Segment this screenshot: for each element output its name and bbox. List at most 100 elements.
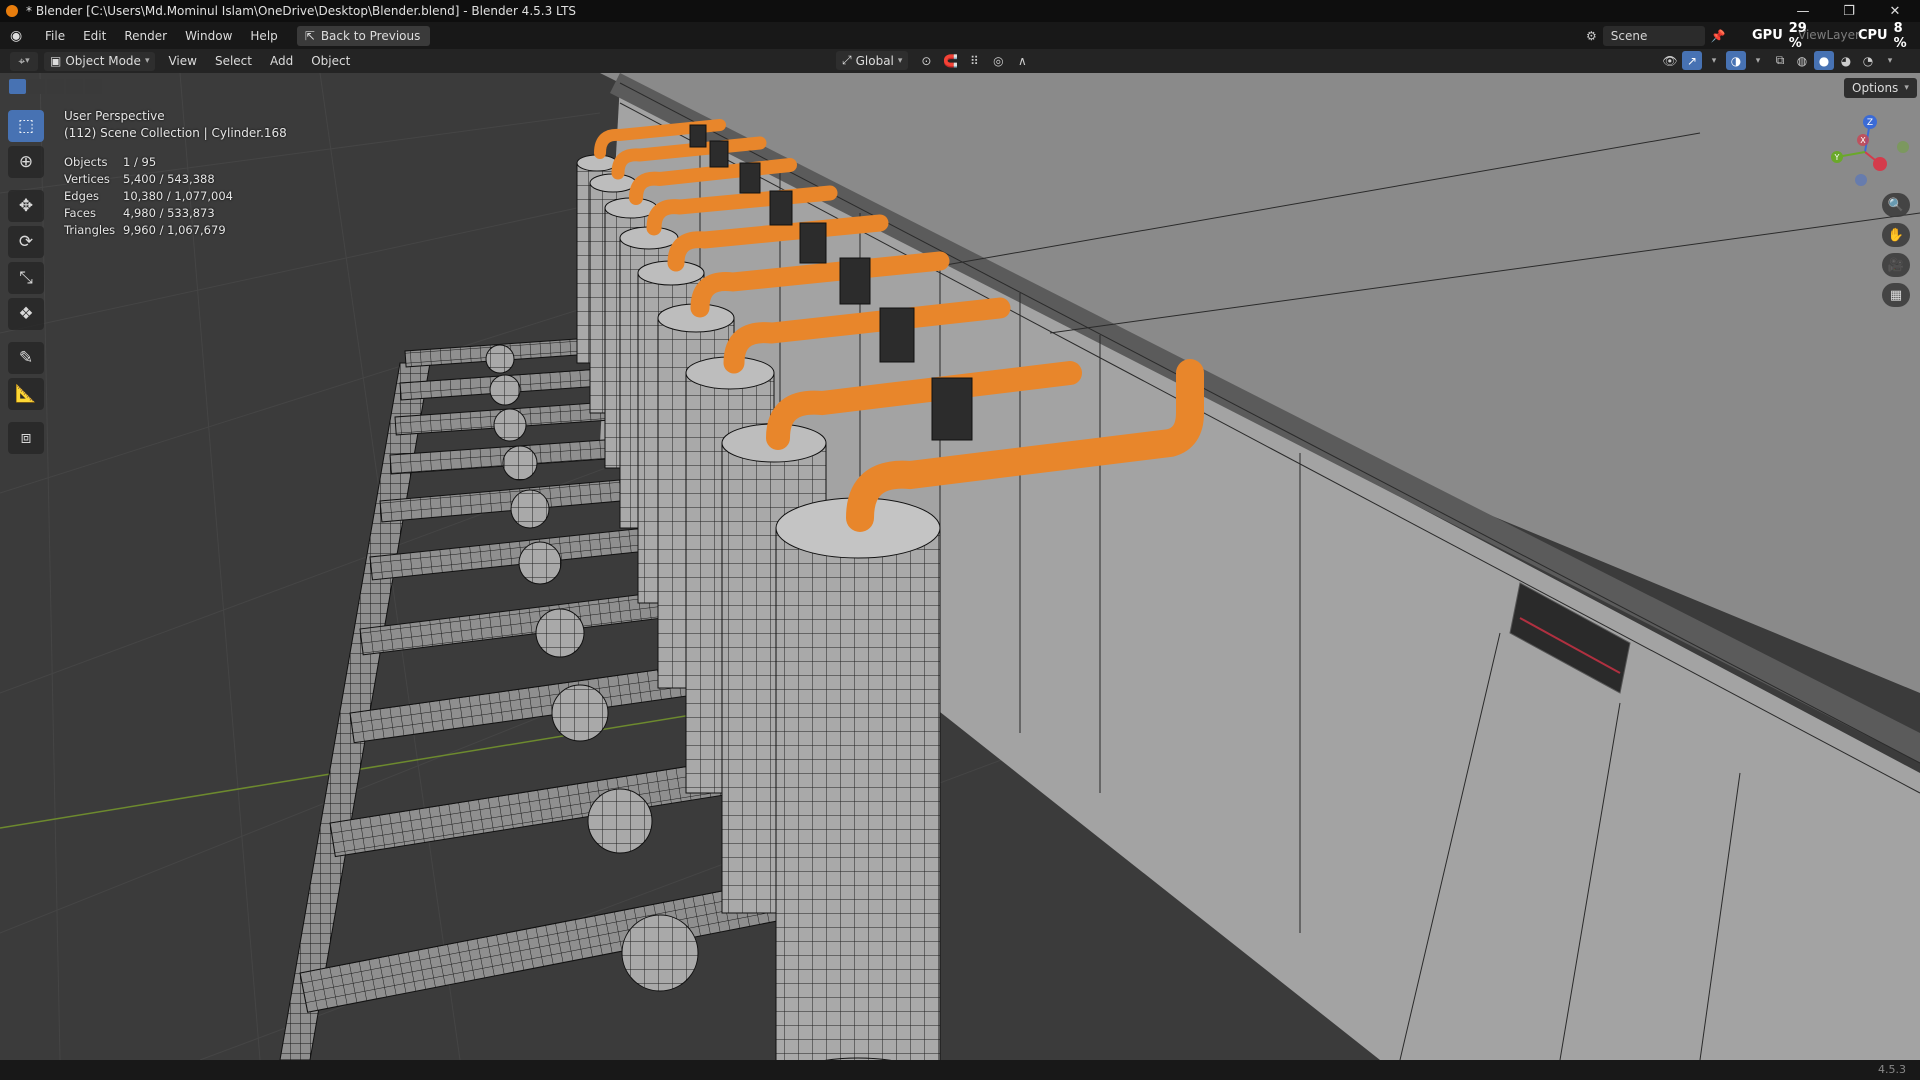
tank-selected: [775, 497, 941, 1060]
measure-icon[interactable]: 📐: [8, 378, 44, 410]
branch-pipe: [389, 438, 622, 481]
title-bar: * Blender [C:\Users\Md.Mominul Islam\One…: [0, 0, 1920, 22]
object-mode-icon: ▣: [50, 54, 62, 68]
xray-icon[interactable]: ⧉: [1770, 51, 1790, 70]
tool-shelf: ⬚ ⊕ ✥ ⟳ ⤡ ❖ ✎ 📐 ⧈: [8, 110, 44, 454]
stat-value: 9,960 / 1,067,679: [123, 223, 226, 237]
restore-icon[interactable]: ❐: [1826, 0, 1872, 22]
stat-label: Triangles: [64, 223, 116, 237]
menu-window[interactable]: Window: [176, 29, 241, 43]
material-shading-icon[interactable]: ◕: [1836, 51, 1856, 70]
branch-pipe: [394, 401, 617, 442]
blender-menu-icon[interactable]: ◉: [10, 29, 26, 43]
gpu-label: GPU: [1752, 28, 1783, 43]
viewlayer-label[interactable]: ViewLayer: [1798, 28, 1860, 42]
close-icon[interactable]: ✕: [1872, 0, 1918, 22]
zoom-icon[interactable]: 🔍: [1882, 193, 1910, 217]
back-to-previous-button[interactable]: ⇱ Back to Previous: [296, 25, 431, 46]
menu-edit[interactable]: Edit: [74, 29, 115, 43]
proportional-edit-icon[interactable]: ◎: [988, 51, 1008, 70]
annotate-icon[interactable]: ✎: [8, 342, 44, 374]
menu-object[interactable]: Object: [302, 54, 359, 68]
menu-help[interactable]: Help: [241, 29, 286, 43]
chevron-down-icon: ▾: [144, 56, 150, 66]
stat-label: Edges: [64, 189, 99, 203]
select-extend-icon[interactable]: [28, 79, 45, 94]
branch-pipe: [329, 759, 731, 858]
branch-pipe: [349, 665, 692, 744]
select-new-icon[interactable]: [9, 79, 26, 94]
version-label: 4.5.3: [1878, 1063, 1906, 1076]
select-invert-icon[interactable]: [66, 79, 83, 94]
select-intersect-icon[interactable]: [85, 79, 102, 94]
cursor-icon[interactable]: ⊕: [8, 146, 44, 178]
3d-viewport[interactable]: ⬚ ⊕ ✥ ⟳ ⤡ ❖ ✎ 📐 ⧈ User Perspective (112)…: [0, 73, 1920, 1060]
top-menu-bar: ◉ File Edit Render Window Help ⇱ Back to…: [0, 20, 1920, 51]
scale-icon[interactable]: ⤡: [8, 262, 44, 294]
gizmo-toggle-icon[interactable]: ↗: [1682, 51, 1702, 70]
snap-target-icon[interactable]: ⠿: [964, 51, 984, 70]
back-to-previous-label: Back to Previous: [320, 28, 421, 43]
scene-selector[interactable]: ⚙ Scene 📌: [1586, 22, 1726, 49]
menu-select[interactable]: Select: [206, 54, 261, 68]
stat-row: Vertices 5,400 / 543,388: [64, 171, 233, 188]
stat-label: Vertices: [64, 172, 110, 186]
stat-row: Faces 4,980 / 533,873: [64, 205, 233, 222]
menu-file[interactable]: File: [36, 29, 74, 43]
camera-view-icon[interactable]: 🎥: [1882, 253, 1910, 277]
falloff-icon[interactable]: ∧: [1012, 51, 1032, 70]
wireframe-shading-icon[interactable]: ◍: [1792, 51, 1812, 70]
stat-value: 4,980 / 533,873: [123, 206, 215, 220]
gizmo-x-label: X: [1860, 136, 1866, 145]
minimize-icon[interactable]: —: [1780, 0, 1826, 22]
object-mode-dropdown[interactable]: ▣ Object Mode ▾: [44, 51, 156, 71]
menu-add[interactable]: Add: [261, 54, 302, 68]
gizmo-dropdown-icon[interactable]: ▾: [1704, 51, 1724, 70]
editor-type-icon[interactable]: ⌖ ▾: [10, 51, 38, 71]
orientation-icon: ⤢: [842, 53, 852, 67]
select-box-icon[interactable]: ⬚: [8, 110, 44, 142]
navigation-buttons: 🔍 ✋ 🎥 ▦: [1882, 193, 1910, 307]
scene-statistics: Objects 1 / 95 Vertices 5,400 / 543,388 Ed…: [64, 154, 233, 239]
branch-pipe: [404, 336, 607, 374]
pan-hand-icon[interactable]: ✋: [1882, 223, 1910, 247]
scene-label: Scene: [1610, 28, 1648, 43]
transform-orientation-label: Global: [855, 53, 894, 68]
branch-pipe: [369, 528, 642, 585]
rendered-shading-icon[interactable]: ◔: [1858, 51, 1878, 70]
pivot-point-icon[interactable]: ⊙: [916, 51, 936, 70]
branch-pipe: [379, 478, 632, 529]
navigation-gizmo[interactable]: Z X Y: [1815, 112, 1915, 192]
snap-icon[interactable]: 🧲: [940, 51, 960, 70]
stat-value: 5,400 / 543,388: [123, 172, 215, 186]
transform-orientation-dropdown[interactable]: ⤢ Global ▾: [836, 51, 909, 70]
overlays-dropdown-icon[interactable]: ▾: [1748, 51, 1768, 70]
viewport-header: ⌖ ▾ ▣ Object Mode ▾ View Select Add Objec…: [0, 49, 1920, 73]
pin-icon[interactable]: 📌: [1711, 29, 1726, 43]
menu-render[interactable]: Render: [115, 29, 176, 43]
gizmo-z-label: Z: [1867, 118, 1873, 128]
cpu-label: CPU: [1857, 28, 1888, 43]
solid-shading-icon[interactable]: ●: [1814, 51, 1834, 70]
select-subtract-icon[interactable]: [47, 79, 64, 94]
cpu-value: 8 %: [1893, 20, 1907, 51]
stat-value: 1 / 95: [123, 155, 157, 169]
move-icon[interactable]: ✥: [8, 190, 44, 222]
overlays-icon[interactable]: ◑: [1726, 51, 1746, 70]
transform-icon[interactable]: ❖: [8, 298, 44, 330]
viewport-info: User Perspective (112) Scene Collection …: [64, 108, 287, 142]
scene-icon: ⚙: [1586, 28, 1597, 43]
visibility-icon[interactable]: 👁: [1660, 51, 1680, 70]
status-bar: 4.5.3: [0, 1060, 1920, 1080]
window-title: * Blender [C:\Users\Md.Mominul Islam\One…: [26, 4, 577, 18]
options-dropdown[interactable]: Options ▾: [1844, 78, 1917, 98]
shading-dropdown-icon[interactable]: ▾: [1880, 51, 1900, 70]
options-label: Options: [1852, 81, 1899, 95]
ortho-grid-icon[interactable]: ▦: [1882, 283, 1910, 307]
chevron-down-icon: ▾: [897, 55, 903, 66]
add-cube-icon[interactable]: ⧈: [8, 422, 44, 454]
branch-pipe: [359, 591, 662, 658]
menu-view[interactable]: View: [159, 54, 205, 68]
rotate-icon[interactable]: ⟳: [8, 226, 44, 258]
stat-row: Edges 10,380 / 1,077,004: [64, 188, 233, 205]
